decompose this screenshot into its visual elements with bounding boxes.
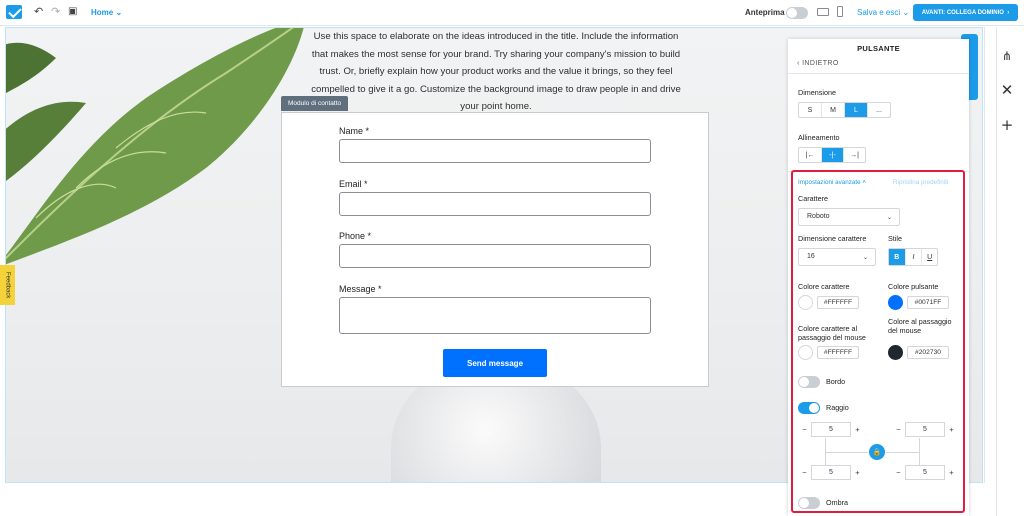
redo-icon[interactable]: ↷ bbox=[51, 6, 60, 18]
align-left-icon[interactable]: |← bbox=[799, 148, 822, 162]
desktop-icon[interactable] bbox=[817, 8, 829, 16]
save-exit-label: Salva e esci bbox=[857, 8, 901, 17]
size-option-s[interactable]: S bbox=[799, 103, 822, 117]
page-select[interactable]: Home ⌄ bbox=[91, 8, 122, 17]
save-icon[interactable]: ▣ bbox=[68, 6, 77, 18]
divider bbox=[984, 27, 985, 483]
highlight-box bbox=[791, 170, 965, 513]
mobile-icon[interactable] bbox=[837, 6, 843, 17]
size-option-l[interactable]: L bbox=[845, 103, 868, 117]
size-selector[interactable]: S M L ... bbox=[798, 102, 891, 118]
close-icon[interactable]: ✕ bbox=[990, 75, 1024, 105]
email-field[interactable] bbox=[339, 192, 651, 216]
alignment-selector[interactable]: |← -|- →| bbox=[798, 147, 866, 163]
leaf-image bbox=[6, 28, 304, 265]
undo-icon[interactable]: ↶ bbox=[34, 6, 43, 18]
size-option-more[interactable]: ... bbox=[868, 103, 890, 117]
preview-label: Anteprima bbox=[745, 8, 785, 17]
intro-line: trust. Or, briefly explain how your prod… bbox=[319, 66, 673, 77]
contact-form[interactable]: Name * Email * Phone * Message * Send me… bbox=[281, 112, 709, 387]
contact-form-tag[interactable]: Modulo di contatto bbox=[281, 96, 349, 111]
size-label: Dimensione bbox=[798, 88, 836, 97]
divider bbox=[788, 73, 969, 74]
connect-domain-label: AVANTI: COLLEGA DOMINIO bbox=[921, 9, 1004, 16]
intro-line: compelled to give it a go. Customize the… bbox=[311, 83, 681, 95]
save-exit-button[interactable]: Salva e esci ⌄ bbox=[857, 8, 909, 17]
send-message-button[interactable]: Send message bbox=[443, 349, 547, 377]
preview-toggle[interactable] bbox=[786, 7, 808, 19]
chevron-down-icon: ⌄ bbox=[902, 8, 910, 17]
top-toolbar: ↶ ↷ ▣ Home ⌄ Anteprima Salva e esci ⌄ AV… bbox=[0, 0, 1024, 26]
intro-paragraph: Use this space to elaborate on the ideas… bbox=[306, 28, 686, 116]
plus-icon[interactable]: + bbox=[990, 110, 1024, 140]
phone-label: Phone * bbox=[339, 231, 372, 241]
message-field[interactable] bbox=[339, 297, 651, 334]
connect-domain-button[interactable]: AVANTI: COLLEGA DOMINIO › bbox=[913, 4, 1018, 21]
intro-line: that makes the most sense for your brand… bbox=[311, 48, 681, 60]
arrow-right-icon: › bbox=[1007, 9, 1010, 16]
back-button[interactable]: ‹ INDIETRO bbox=[797, 60, 839, 67]
message-label: Message * bbox=[339, 284, 382, 294]
align-center-icon[interactable]: -|- bbox=[822, 148, 844, 162]
panel-title: PULSANTE bbox=[857, 44, 900, 53]
name-field[interactable] bbox=[339, 139, 651, 163]
alignment-label: Allineamento bbox=[798, 133, 840, 142]
page-select-label: Home bbox=[91, 8, 114, 17]
phone-field[interactable] bbox=[339, 244, 651, 268]
size-option-m[interactable]: M bbox=[822, 103, 845, 117]
chevron-down-icon: ⌄ bbox=[115, 8, 123, 17]
sitemap-icon[interactable]: ⋔ bbox=[990, 41, 1024, 71]
feedback-tab[interactable]: Feedback bbox=[0, 265, 15, 305]
intro-line: Use this space to elaborate on the ideas… bbox=[313, 31, 679, 42]
name-label: Name * bbox=[339, 126, 370, 136]
logo-icon[interactable] bbox=[6, 5, 22, 19]
email-label: Email * bbox=[339, 179, 368, 189]
align-right-icon[interactable]: →| bbox=[844, 148, 865, 162]
